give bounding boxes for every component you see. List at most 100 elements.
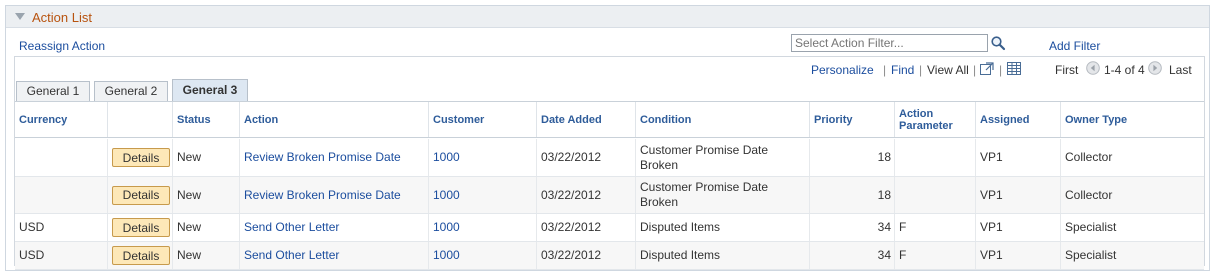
first-label: First bbox=[1055, 63, 1079, 77]
owner-type-cell: Specialist bbox=[1060, 242, 1204, 269]
details-cell: Details bbox=[107, 242, 172, 269]
priority-cell: 34 bbox=[809, 214, 894, 241]
grid-navigation-bar: Personalize | Find | View All | | First bbox=[15, 57, 1204, 81]
condition-cell: Disputed Items bbox=[635, 214, 809, 241]
owner-type-cell: Collector bbox=[1060, 177, 1204, 213]
action-parameter-cell bbox=[894, 139, 975, 176]
reassign-action-link[interactable]: Reassign Action bbox=[19, 39, 105, 53]
action-link[interactable]: Review Broken Promise Date bbox=[244, 150, 401, 165]
tab-general-1[interactable]: General 1 bbox=[16, 81, 90, 101]
separator: | bbox=[973, 63, 977, 77]
action-parameter-cell bbox=[894, 177, 975, 213]
details-button[interactable]: Details bbox=[112, 148, 170, 167]
owner-type-cell: Specialist bbox=[1060, 214, 1204, 241]
date-added-cell: 03/22/2012 bbox=[536, 139, 635, 176]
details-button[interactable]: Details bbox=[112, 218, 170, 237]
details-cell: Details bbox=[107, 139, 172, 176]
customer-link[interactable]: 1000 bbox=[433, 150, 460, 165]
arrow-left-icon bbox=[1086, 61, 1100, 75]
collapse-triangle-icon[interactable] bbox=[15, 13, 25, 20]
currency-cell: USD bbox=[19, 220, 45, 234]
separator: | bbox=[999, 63, 1003, 77]
arrow-right-icon bbox=[1148, 61, 1162, 75]
currency-cell bbox=[15, 177, 107, 213]
status-cell: New bbox=[172, 177, 239, 213]
separator: | bbox=[919, 63, 923, 77]
action-link[interactable]: Send Other Letter bbox=[244, 220, 339, 235]
grid-tabs: General 1 General 2 General 3 bbox=[15, 79, 1204, 101]
row-range-label: 1-4 of 4 bbox=[1104, 63, 1145, 77]
condition-cell: Customer Promise Date Broken bbox=[635, 177, 809, 213]
action-link[interactable]: Send Other Letter bbox=[244, 248, 339, 263]
column-header-assigned: Assigned bbox=[975, 102, 1060, 137]
table-row: Details New Review Broken Promise Date 1… bbox=[15, 177, 1204, 214]
tab-general-3[interactable]: General 3 bbox=[172, 79, 248, 101]
view-all-link[interactable]: View All bbox=[927, 63, 969, 77]
column-header-button bbox=[107, 102, 172, 137]
priority-cell: 18 bbox=[809, 139, 894, 176]
action-cell: Send Other Letter bbox=[239, 242, 428, 269]
currency-cell bbox=[15, 139, 107, 176]
status-cell: New bbox=[172, 139, 239, 176]
separator: | bbox=[883, 63, 887, 77]
column-header-condition: Condition bbox=[635, 102, 809, 137]
status-cell: New bbox=[172, 214, 239, 241]
details-cell: Details bbox=[107, 214, 172, 241]
panel-title: Action List bbox=[32, 10, 92, 25]
currency-cell: USD bbox=[19, 248, 45, 262]
details-button[interactable]: Details bbox=[112, 185, 170, 205]
customer-cell: 1000 bbox=[428, 242, 536, 269]
date-added-cell: 03/22/2012 bbox=[536, 177, 635, 213]
priority-cell: 18 bbox=[809, 177, 894, 213]
tab-general-2[interactable]: General 2 bbox=[94, 81, 168, 101]
date-added-cell: 03/22/2012 bbox=[536, 214, 635, 241]
condition-cell: Disputed Items bbox=[635, 242, 809, 269]
customer-cell: 1000 bbox=[428, 214, 536, 241]
action-filter-input[interactable] bbox=[791, 34, 988, 52]
column-header-owner-type: Owner Type bbox=[1060, 102, 1204, 137]
customer-link[interactable]: 1000 bbox=[433, 248, 460, 263]
table-row: USD Details New Send Other Letter 1000 0… bbox=[15, 242, 1204, 270]
action-list-panel: Action List Reassign Action Add Filter P… bbox=[5, 5, 1210, 271]
column-header-status: Status bbox=[172, 102, 239, 137]
assigned-cell: VP1 bbox=[975, 177, 1060, 213]
action-grid: Personalize | Find | View All | | First bbox=[14, 56, 1205, 270]
customer-link[interactable]: 1000 bbox=[433, 188, 460, 203]
column-header-action: Action bbox=[239, 102, 428, 137]
table-header: Currency Status Action Customer Date Add… bbox=[15, 101, 1204, 138]
add-filter-link[interactable]: Add Filter bbox=[1049, 39, 1100, 53]
date-added-cell: 03/22/2012 bbox=[536, 242, 635, 269]
assigned-cell: VP1 bbox=[975, 242, 1060, 269]
panel-header[interactable]: Action List bbox=[6, 6, 1209, 28]
customer-cell: 1000 bbox=[428, 139, 536, 176]
column-header-customer: Customer bbox=[428, 102, 536, 137]
action-cell: Review Broken Promise Date bbox=[239, 139, 428, 176]
last-label: Last bbox=[1169, 63, 1192, 77]
customer-link[interactable]: 1000 bbox=[433, 220, 460, 235]
condition-cell: Customer Promise Date Broken bbox=[635, 139, 809, 176]
zoom-grid-icon[interactable] bbox=[980, 62, 994, 75]
column-header-action-parameter: Action Parameter bbox=[894, 102, 975, 137]
action-link[interactable]: Review Broken Promise Date bbox=[244, 188, 401, 203]
status-cell: New bbox=[172, 242, 239, 269]
table-row: USD Details New Send Other Letter 1000 0… bbox=[15, 214, 1204, 242]
customer-cell: 1000 bbox=[428, 177, 536, 213]
assigned-cell: VP1 bbox=[975, 214, 1060, 241]
action-parameter-cell: F bbox=[894, 214, 975, 241]
personalize-link[interactable]: Personalize bbox=[811, 63, 874, 77]
column-header-date-added: Date Added bbox=[536, 102, 635, 137]
assigned-cell: VP1 bbox=[975, 139, 1060, 176]
table-row: Details New Review Broken Promise Date 1… bbox=[15, 139, 1204, 177]
find-link[interactable]: Find bbox=[891, 63, 914, 77]
column-header-priority: Priority bbox=[809, 102, 894, 137]
action-cell: Review Broken Promise Date bbox=[239, 177, 428, 213]
search-icon[interactable] bbox=[990, 35, 1006, 51]
action-parameter-cell: F bbox=[894, 242, 975, 269]
column-header-currency: Currency bbox=[19, 113, 68, 126]
download-grid-icon[interactable] bbox=[1007, 62, 1021, 75]
owner-type-cell: Collector bbox=[1060, 139, 1204, 176]
details-cell: Details bbox=[107, 177, 172, 213]
action-cell: Send Other Letter bbox=[239, 214, 428, 241]
priority-cell: 34 bbox=[809, 242, 894, 269]
details-button[interactable]: Details bbox=[112, 246, 170, 265]
